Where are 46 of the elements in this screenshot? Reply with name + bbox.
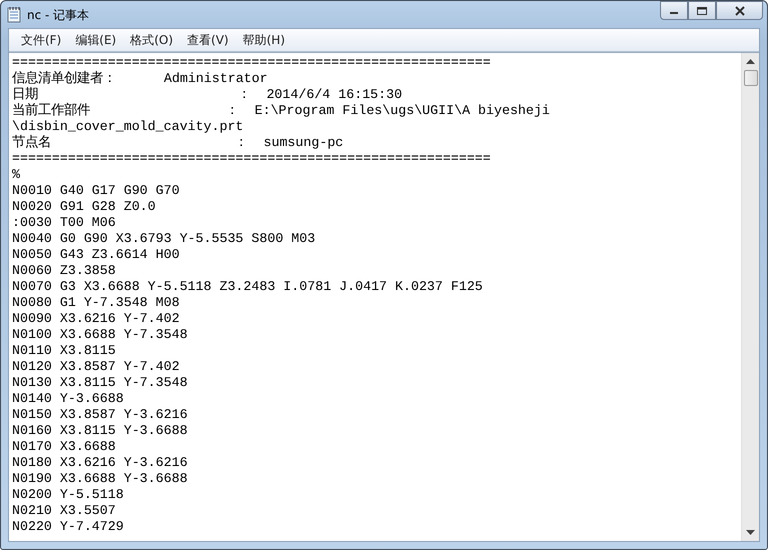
text-line: N0040 G0 G90 X3.6793 Y-5.5535 S800 M03 xyxy=(12,231,316,247)
text-line: N0120 X3.8587 Y-7.402 xyxy=(12,359,181,375)
text-line: N0210 X3.5507 xyxy=(12,503,117,519)
text-line: N0220 Y-7.4729 xyxy=(12,519,125,535)
text-line: 节点名 ： sumsung-pc xyxy=(12,135,344,151)
menu-item[interactable]: 帮助(H) xyxy=(236,32,292,48)
scrollbar[interactable] xyxy=(741,53,759,541)
menu-item[interactable]: 文件(F) xyxy=(14,32,68,48)
text-line: % xyxy=(12,167,21,183)
text-line: N0170 X3.6688 xyxy=(12,439,117,455)
text-line: N0090 X3.6216 Y-7.402 xyxy=(12,311,181,327)
text-line: 当前工作部件 ： E:\Program Files\ugs\UGII\A biyesheji xyxy=(12,103,551,119)
maximize-icon xyxy=(696,6,708,16)
menu-item[interactable]: 格式(O) xyxy=(123,32,180,48)
text-line: ============================================================ xyxy=(12,55,492,70)
window-title: nc - 记事本 xyxy=(27,7,90,24)
minimize-button[interactable] xyxy=(660,1,688,20)
menu-item[interactable]: 编辑(E) xyxy=(68,32,124,48)
text-line: N0150 X3.8587 Y-3.6216 xyxy=(12,407,189,423)
notepad-icon xyxy=(7,6,21,23)
text-line: N0160 X3.8115 Y-3.6688 xyxy=(12,423,189,439)
text-line: N0140 Y-3.6688 xyxy=(12,391,125,407)
scroll-thumb[interactable] xyxy=(744,70,758,86)
scroll-down-icon xyxy=(746,530,755,535)
text-line: N0070 G3 X3.6688 Y-5.5118 Z3.2483 I.0781 J.0417 K.0237 F125 xyxy=(12,279,484,295)
menu-item[interactable]: 查看(V) xyxy=(180,32,236,48)
text-line: N0010 G40 G17 G90 G70 xyxy=(12,183,181,199)
text-line: N0050 G43 Z3.6614 H00 xyxy=(12,247,181,263)
text-line: N0110 X3.8115 xyxy=(12,343,117,359)
text-line: N0130 X3.8115 Y-7.3548 xyxy=(12,375,189,391)
text-line: N0060 Z3.3858 xyxy=(12,263,117,279)
close-button[interactable] xyxy=(716,1,763,20)
text-line: N0200 Y-5.5118 xyxy=(12,487,125,503)
text-line: 日期 ： 2014/6/4 16:15:30 xyxy=(12,87,404,102)
text-line: N0020 G91 G28 Z0.0 xyxy=(12,199,157,215)
text-line: N0180 X3.6216 Y-3.6216 xyxy=(12,455,189,471)
text-line: :0030 T00 M06 xyxy=(12,215,117,231)
text-line: N0190 X3.6688 Y-3.6688 xyxy=(12,471,189,487)
close-icon xyxy=(734,6,746,16)
text-line: \disbin_cover_mold_cavity.prt xyxy=(12,119,244,134)
text-line: 信息清单创建者： Administrator xyxy=(12,71,269,87)
text-line: N0080 G1 Y-7.3548 M08 xyxy=(12,295,181,311)
scroll-up-icon xyxy=(746,59,755,64)
text-line: ============================================================ xyxy=(12,151,492,167)
maximize-button[interactable] xyxy=(688,1,716,20)
text-line: N0100 X3.6688 Y-7.3548 xyxy=(12,327,189,343)
